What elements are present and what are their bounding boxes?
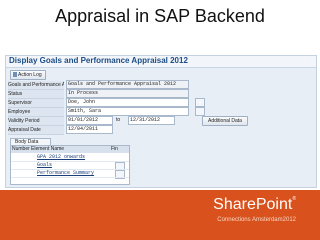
label-appraisal: Goals and Performance A [8, 81, 64, 90]
sap-window: Display Goals and Performance Appraisal … [5, 55, 317, 188]
validity-from-field[interactable]: 01/01/2012 [66, 116, 113, 125]
label-status: Status [8, 90, 64, 99]
validity-to-label: to [116, 117, 121, 123]
action-log-label: Action Log [18, 72, 42, 78]
employee-detail-icon[interactable] [195, 107, 205, 116]
sap-screen-header: Display Goals and Performance Appraisal … [6, 56, 316, 68]
table-row-element-gpa[interactable]: GPA 2012 onwards [37, 154, 85, 161]
column-header-fin[interactable]: Fin [110, 146, 129, 153]
row-divider [11, 161, 129, 162]
table-row-element-goals[interactable]: Goals [37, 162, 52, 169]
label-appraisal-date: Appraisal Date [8, 126, 64, 135]
conference-subtitle: Connections Amsterdam2012 [217, 217, 296, 223]
label-validity-period: Validity Period [8, 117, 64, 126]
label-supervisor: Supervisor [8, 99, 64, 108]
additional-data-button[interactable]: Additional Data [202, 116, 248, 126]
status-field[interactable]: In Process [66, 89, 189, 98]
label-employee: Employee [8, 108, 64, 117]
appraisal-name-field[interactable]: Goals and Performance Appraisal 2012 [66, 80, 189, 89]
slide-title: Appraisal in SAP Backend [55, 6, 265, 26]
registered-mark: ® [292, 196, 296, 202]
employee-field[interactable]: Smith, Sara [66, 107, 189, 116]
screen-title: Display Goals and Performance Appraisal … [9, 56, 188, 65]
column-header-element-name[interactable]: Element Name [30, 146, 111, 153]
elements-table: Number Element Name Fin GPA 2012 onwards… [10, 145, 130, 185]
row-divider [11, 177, 129, 178]
column-header-number[interactable]: Number [11, 146, 31, 153]
table-row-element-performance-summary[interactable]: Performance Summary [37, 170, 94, 177]
sharepoint-logo: SharePoint® [213, 196, 296, 214]
supervisor-field[interactable]: Doe, John [66, 98, 189, 107]
validity-to-field[interactable]: 12/31/2012 [128, 116, 175, 125]
action-log-button[interactable]: Action Log [10, 70, 46, 80]
supervisor-detail-icon[interactable] [195, 98, 205, 107]
brand-name: SharePoint [213, 196, 293, 213]
appraisal-date-field[interactable]: 12/04/2011 [66, 125, 113, 134]
log-icon [13, 72, 17, 77]
